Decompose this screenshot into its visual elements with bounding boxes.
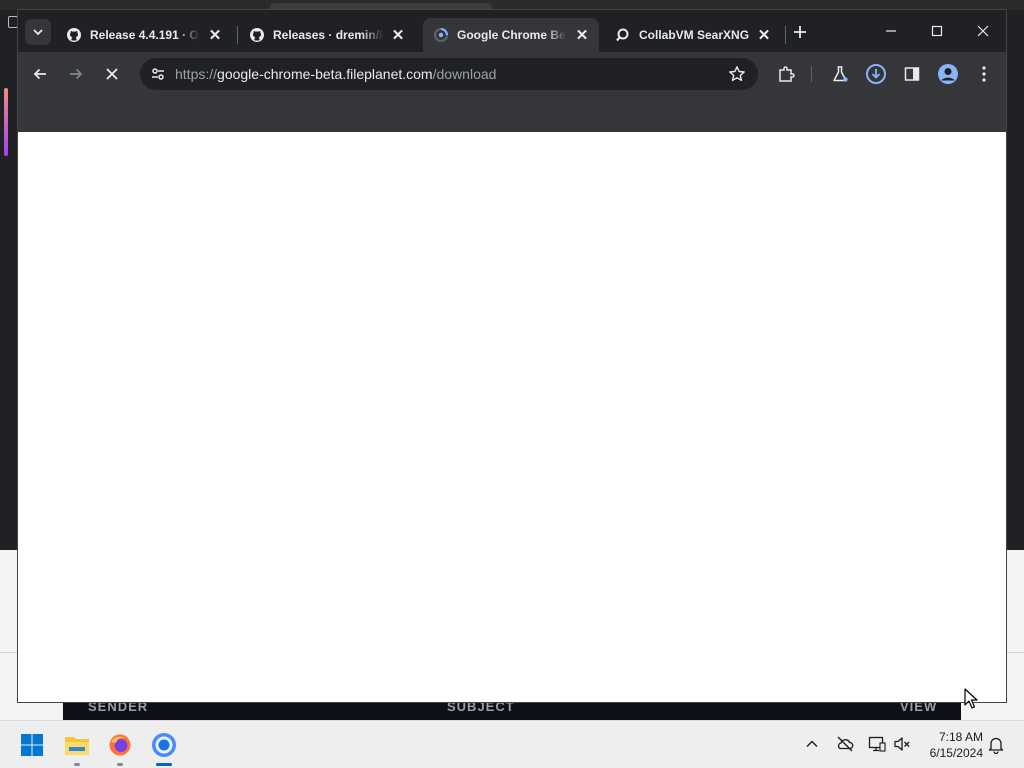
clock-time: 7:18 AM (938, 730, 983, 744)
volume-muted-icon[interactable] (893, 735, 911, 753)
tab-collabvm-searxng[interactable]: CollabVM SearXNG ✕ (605, 18, 781, 52)
back-button[interactable] (28, 62, 52, 86)
chrome-menu-button[interactable] (972, 62, 996, 86)
side-panel-icon (904, 67, 920, 81)
minimize-icon (886, 30, 896, 32)
running-indicator (74, 763, 80, 766)
tab-separator (785, 26, 786, 44)
github-icon (249, 27, 265, 43)
tab-google-chrome-beta[interactable]: Google Chrome Beta ✕ (423, 18, 599, 52)
tab-separator (237, 26, 238, 44)
background-accent-bar (4, 88, 8, 156)
maximize-icon (931, 25, 943, 37)
close-window-button[interactable] (968, 18, 998, 44)
start-button[interactable] (16, 729, 48, 761)
running-indicator (117, 763, 123, 766)
onedrive-offline-icon[interactable] (836, 735, 854, 753)
taskbar-firefox[interactable] (104, 729, 136, 766)
back-icon (33, 68, 46, 80)
loading-spinner-icon (433, 27, 449, 43)
close-icon (977, 25, 989, 37)
address-bar[interactable]: https://google-chrome-beta.fileplanet.co… (140, 58, 758, 90)
file-explorer-icon (65, 737, 89, 755)
tab-close-icon[interactable]: ✕ (573, 26, 591, 44)
show-hidden-icons-chevron[interactable] (805, 737, 819, 751)
extensions-button[interactable] (774, 62, 798, 86)
profile-icon (938, 64, 958, 84)
taskbar-chrome[interactable] (148, 729, 180, 766)
clock-date: 6/15/2024 (929, 746, 983, 760)
profile-button[interactable] (936, 62, 960, 86)
url-host: google-chrome-beta.fileplanet.com (217, 66, 433, 82)
windows-start-icon (21, 734, 43, 756)
site-info-icon[interactable] (146, 62, 170, 86)
stop-icon (106, 68, 118, 80)
tab-close-icon[interactable]: ✕ (755, 26, 773, 44)
searxng-icon (615, 27, 631, 43)
taskbar: 7:18 AM 6/15/2024 (0, 720, 1024, 768)
system-clock[interactable]: 7:18 AM 6/15/2024 (915, 729, 983, 761)
tab-title: Google Chrome Beta (457, 28, 567, 42)
firefox-icon (109, 734, 131, 756)
github-icon (66, 27, 82, 43)
toolbar-divider (811, 66, 812, 82)
tab-title: Release 4.4.191 · Ope (90, 28, 200, 42)
chevron-down-icon (33, 29, 43, 36)
display-network-icon[interactable] (868, 735, 886, 753)
tab-title: Releases · dremin/Re (273, 28, 383, 42)
page-viewport[interactable] (18, 132, 1006, 702)
downloads-button[interactable] (864, 62, 888, 86)
new-tab-button[interactable] (789, 21, 811, 43)
url-scheme: https:// (175, 66, 218, 82)
side-panel-button[interactable] (900, 62, 924, 86)
url-text: https://google-chrome-beta.fileplanet.co… (175, 66, 496, 82)
bookmark-star-icon[interactable] (728, 65, 746, 83)
forward-button[interactable] (64, 62, 88, 86)
tab-title: CollabVM SearXNG (639, 28, 749, 42)
tab-strip: Release 4.4.191 · Ope ✕ Releases · dremi… (18, 10, 1006, 52)
chrome-window: Release 4.4.191 · Ope ✕ Releases · dremi… (18, 10, 1006, 702)
mouse-cursor-icon (964, 688, 978, 709)
bookmarks-bar (18, 96, 1006, 133)
tab-close-icon[interactable]: ✕ (389, 26, 407, 44)
notification-bell-icon[interactable] (988, 736, 1004, 754)
tab-search-button[interactable] (25, 19, 51, 45)
background-app-topbar (0, 0, 1024, 10)
plus-icon (794, 26, 806, 38)
stop-loading-button[interactable] (100, 62, 124, 86)
menu-icon (982, 66, 986, 82)
labs-flask-icon (833, 66, 848, 82)
tab-close-icon[interactable]: ✕ (206, 26, 224, 44)
browser-toolbar: https://google-chrome-beta.fileplanet.co… (18, 52, 1006, 96)
extensions-icon (779, 66, 795, 82)
taskbar-file-explorer[interactable] (61, 729, 93, 766)
tab-release-4-4-191[interactable]: Release 4.4.191 · Ope ✕ (56, 18, 232, 52)
forward-icon (70, 68, 83, 80)
background-app-tab[interactable] (270, 3, 492, 10)
download-icon (866, 64, 886, 84)
background-window-icon (8, 16, 18, 28)
tab-releases-dremin[interactable]: Releases · dremin/Re ✕ (239, 18, 415, 52)
maximize-button[interactable] (922, 18, 952, 44)
chrome-labs-button[interactable] (828, 62, 852, 86)
url-path: /download (432, 66, 497, 82)
active-app-indicator (156, 763, 172, 766)
chrome-icon (152, 733, 176, 757)
minimize-button[interactable] (876, 18, 906, 44)
